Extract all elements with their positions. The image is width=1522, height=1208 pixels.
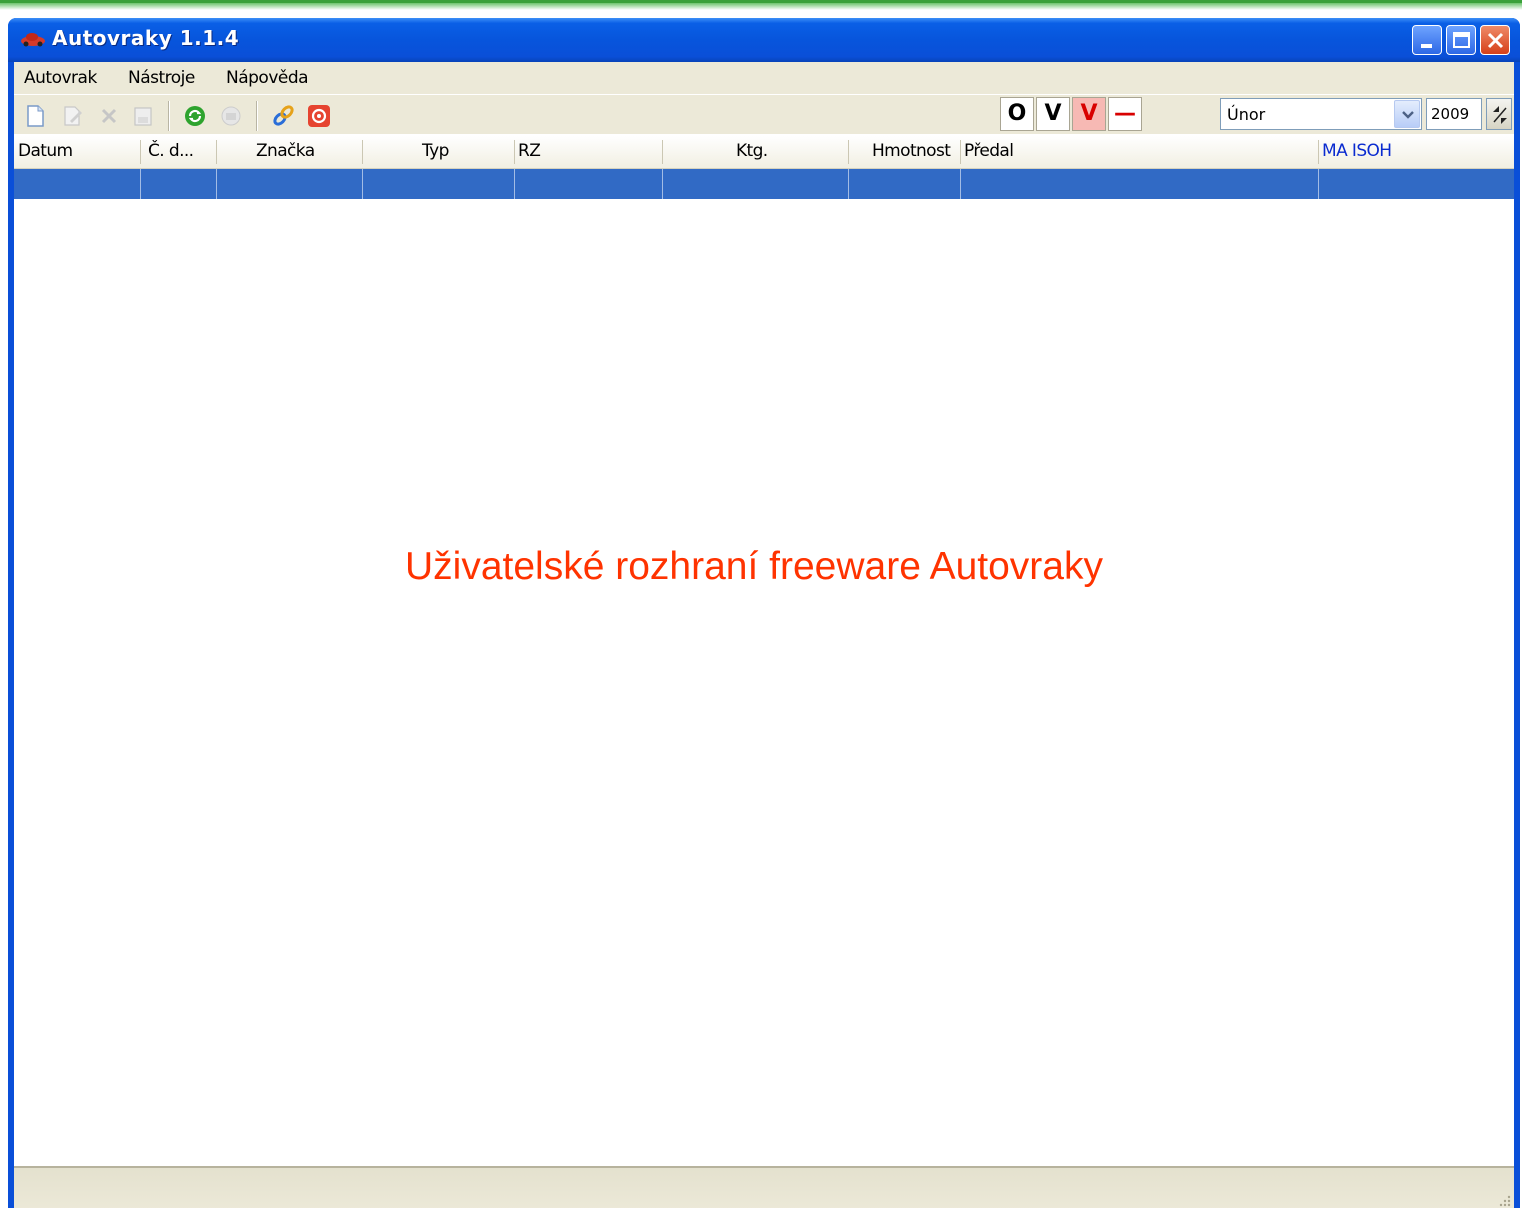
col-ktg[interactable]: Ktg.	[736, 141, 768, 161]
save-icon[interactable]	[130, 103, 156, 129]
maximize-icon	[1453, 32, 1470, 48]
caption-overlay: Uživatelské rozhraní freeware Autovraky	[405, 545, 1103, 588]
col-znacka[interactable]: Značka	[256, 141, 315, 161]
menu-napoveda[interactable]: Nápověda	[226, 68, 309, 88]
col-cislo[interactable]: Č. d...	[148, 141, 194, 161]
print-icon[interactable]	[218, 103, 244, 129]
chevron-down-icon[interactable]	[1394, 100, 1420, 128]
top-accent-bar	[0, 0, 1522, 10]
cell-divider	[1318, 169, 1319, 199]
close-icon	[1487, 32, 1504, 49]
title-bar[interactable]: Autovraky 1.1.4	[8, 18, 1520, 62]
menu-nastroje[interactable]: Nástroje	[128, 68, 195, 88]
cell-divider	[362, 169, 363, 199]
toolbar-separator	[256, 101, 258, 131]
mode-dash-button[interactable]: —	[1108, 97, 1142, 131]
column-divider[interactable]	[662, 140, 663, 164]
minimize-icon	[1421, 44, 1432, 48]
column-divider[interactable]	[1318, 140, 1319, 164]
cell-divider	[514, 169, 515, 199]
window-title: Autovraky 1.1.4	[52, 26, 240, 50]
mode-v-button[interactable]: V	[1036, 97, 1070, 131]
link-icon[interactable]	[270, 103, 296, 129]
month-value: Únor	[1227, 105, 1266, 124]
col-rz[interactable]: RZ	[518, 141, 541, 161]
column-divider[interactable]	[848, 140, 849, 164]
client-area: Autovrak Nástroje Nápověda O V V — Únor …	[14, 62, 1514, 1208]
edit-icon[interactable]	[60, 103, 86, 129]
mode-v-red-button[interactable]: V	[1072, 97, 1106, 131]
new-document-icon[interactable]	[22, 103, 48, 129]
year-field[interactable]: 2009	[1426, 98, 1482, 130]
spin-arrows-icon	[1493, 106, 1507, 124]
column-divider[interactable]	[362, 140, 363, 164]
col-ma-isoh[interactable]: MA ISOH	[1322, 141, 1392, 161]
power-icon[interactable]	[306, 103, 332, 129]
month-select[interactable]: Únor	[1220, 98, 1422, 130]
toolbar-separator	[168, 101, 170, 131]
cell-divider	[662, 169, 663, 199]
maximize-button[interactable]	[1446, 25, 1476, 55]
minimize-button[interactable]	[1412, 25, 1442, 55]
toolbar: O V V — Únor 2009	[14, 94, 1514, 135]
car-icon	[21, 33, 45, 47]
refresh-icon[interactable]	[182, 103, 208, 129]
app-window: Autovraky 1.1.4 Autovrak Nástroje Nápově…	[8, 18, 1520, 1208]
cell-divider	[960, 169, 961, 199]
column-divider[interactable]	[960, 140, 961, 164]
menu-bar: Autovrak Nástroje Nápověda	[14, 62, 1514, 94]
menu-autovrak[interactable]: Autovrak	[24, 68, 97, 88]
status-bar	[14, 1166, 1514, 1208]
col-typ[interactable]: Typ	[422, 141, 449, 161]
column-divider[interactable]	[140, 140, 141, 164]
cell-divider	[216, 169, 217, 199]
cell-divider	[848, 169, 849, 199]
column-header-row: Datum Č. d... Značka Typ RZ Ktg. Hmotnos…	[14, 136, 1514, 169]
col-predal[interactable]: Předal	[964, 141, 1014, 161]
delete-icon[interactable]	[96, 103, 122, 129]
close-button[interactable]	[1480, 25, 1510, 55]
mode-o-button[interactable]: O	[1000, 97, 1034, 131]
year-spin-button[interactable]	[1486, 98, 1512, 130]
column-divider[interactable]	[216, 140, 217, 164]
col-datum[interactable]: Datum	[18, 141, 73, 161]
column-divider[interactable]	[514, 140, 515, 164]
col-hmotnost[interactable]: Hmotnost	[872, 141, 951, 161]
cell-divider	[140, 169, 141, 199]
resize-grip-icon[interactable]	[1496, 1192, 1512, 1208]
records-list[interactable]: Datum Č. d... Značka Typ RZ Ktg. Hmotnos…	[14, 134, 1514, 1168]
selected-table-row[interactable]	[14, 169, 1514, 199]
